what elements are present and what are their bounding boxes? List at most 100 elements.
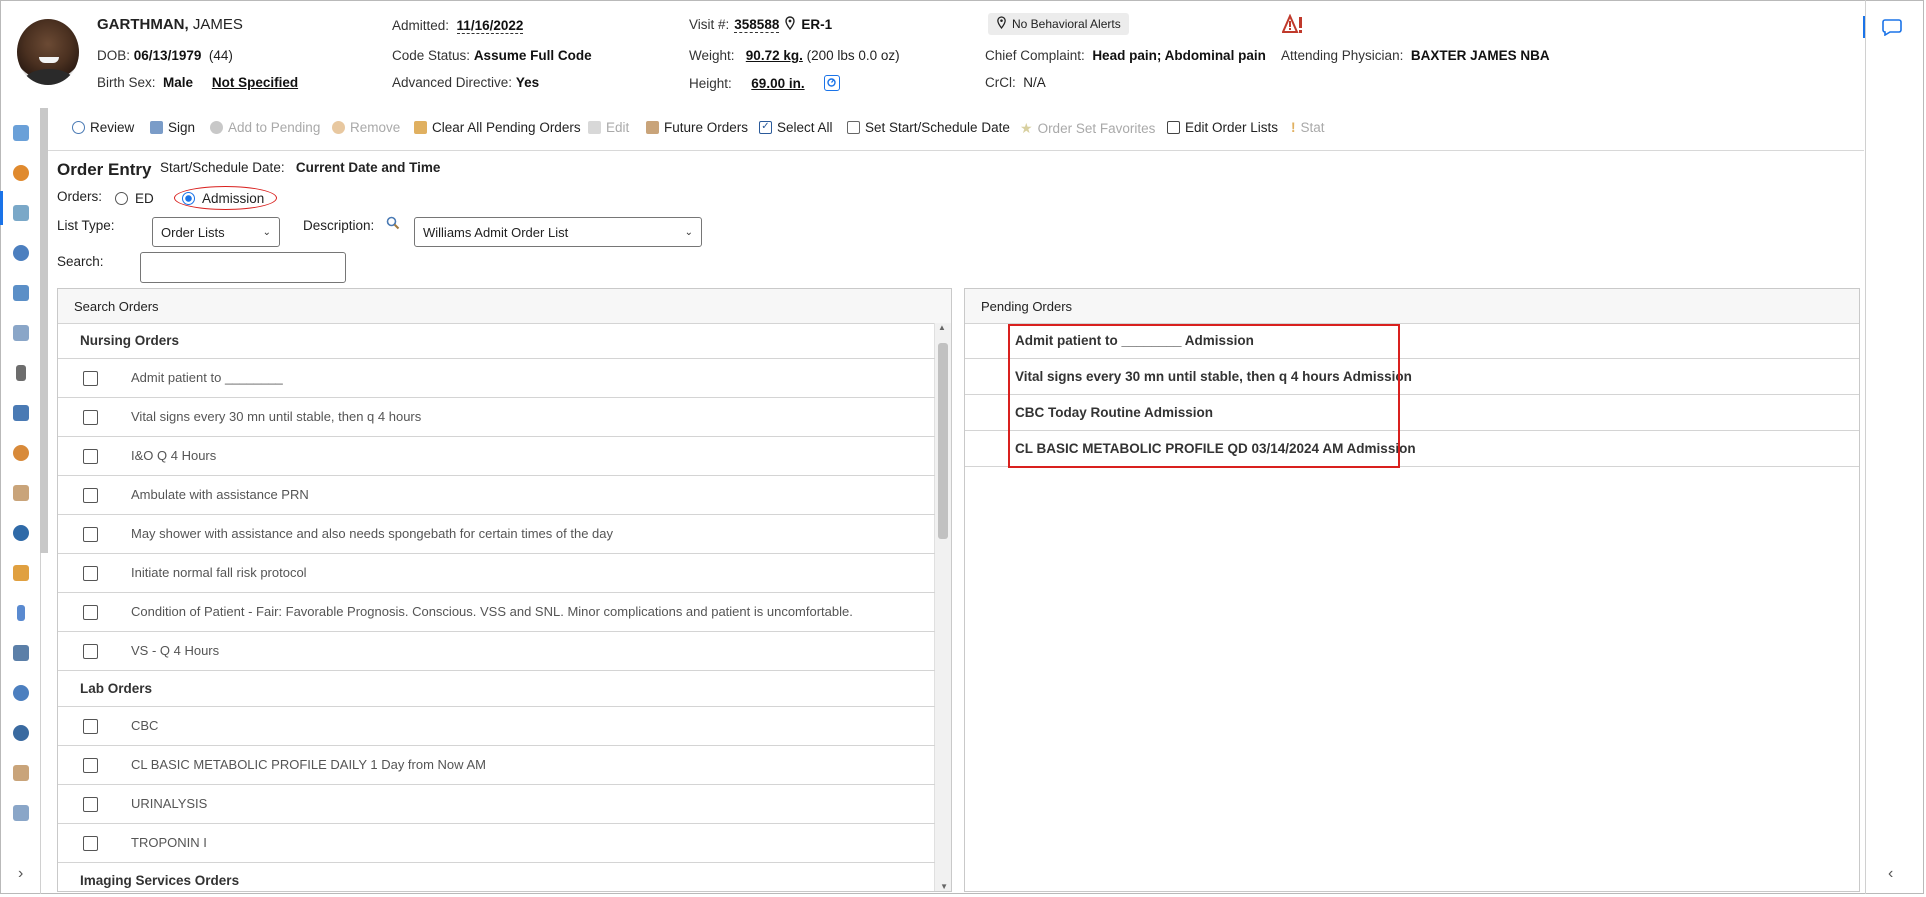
collapse-right-icon[interactable]: ‹ [1888, 865, 1893, 883]
staff-icon[interactable] [13, 765, 29, 781]
order-set-favorites-button[interactable]: ★ Order Set Favorites [1020, 120, 1155, 137]
gender-identity-link[interactable]: Not Specified [212, 75, 298, 90]
stat-label: Stat [1300, 120, 1325, 135]
edit-label: Edit [606, 120, 630, 135]
order-checkbox[interactable] [83, 719, 98, 734]
report-icon[interactable] [13, 805, 29, 821]
description-select[interactable]: Williams Admit Order List ⌄ [414, 217, 702, 247]
nurse-icon[interactable] [13, 485, 29, 501]
order-name: May shower with assistance and also need… [131, 526, 613, 541]
allergy-warning-icon[interactable] [1281, 13, 1306, 41]
weight-value[interactable]: 90.72 kg. [746, 48, 803, 63]
radio-ed[interactable]: ED [115, 191, 154, 206]
order-row[interactable]: TROPONIN I [58, 824, 935, 863]
pharmacy-icon[interactable] [13, 285, 29, 301]
birth-sex-value: Male [163, 75, 194, 90]
remove-button[interactable]: Remove [332, 120, 400, 135]
future-orders-button[interactable]: Future Orders [646, 120, 748, 135]
height-value[interactable]: 69.00 in. [751, 76, 804, 91]
attending-label: Attending Physician: [1281, 48, 1404, 63]
list-type-select[interactable]: Order Lists ⌄ [152, 217, 280, 247]
order-group-header: Imaging Services Orders [58, 863, 935, 891]
scroll-up-icon[interactable]: ▲ [938, 323, 946, 332]
select-all-button[interactable]: ✓ Select All [759, 120, 833, 135]
edit-button[interactable]: Edit [588, 120, 629, 135]
clear-all-pending-button[interactable]: Clear All Pending Orders [414, 120, 581, 135]
thermometer-icon[interactable] [17, 605, 25, 621]
order-checkbox[interactable] [83, 644, 98, 659]
order-checkbox[interactable] [83, 371, 98, 386]
order-row[interactable]: Vital signs every 30 mn until stable, th… [58, 398, 935, 437]
person-icon[interactable] [13, 445, 29, 461]
radio-ed-button[interactable] [115, 192, 128, 205]
order-row[interactable]: Admit patient to ________ [58, 359, 935, 398]
measure-icon[interactable] [824, 75, 841, 91]
magnifier-icon [72, 121, 85, 134]
order-row[interactable]: Initiate normal fall risk protocol [58, 554, 935, 593]
behavioral-alerts-badge[interactable]: No Behavioral Alerts [988, 13, 1129, 35]
order-group-title: Lab Orders [80, 681, 153, 696]
order-checkbox[interactable] [83, 758, 98, 773]
order-row[interactable]: Ambulate with assistance PRN [58, 476, 935, 515]
order-checkbox[interactable] [83, 488, 98, 503]
order-row[interactable]: I&O Q 4 Hours [58, 437, 935, 476]
visit-value[interactable]: 358588 [734, 17, 780, 33]
scrollbar-thumb[interactable] [938, 343, 948, 539]
order-row[interactable]: CBC [58, 707, 935, 746]
globe-icon[interactable] [13, 245, 29, 261]
sign-button[interactable]: Sign [150, 120, 195, 135]
radio-admission[interactable]: Admission [182, 191, 264, 206]
expand-nav-icon[interactable]: › [18, 865, 23, 883]
radio-admission-button[interactable] [182, 192, 195, 205]
description-search-icon[interactable] [386, 216, 400, 235]
orders-nav-icon[interactable] [13, 205, 29, 221]
order-checkbox[interactable] [83, 605, 98, 620]
birth-sex-field: Birth Sex: Male Not Specified [97, 75, 298, 90]
radio-ed-label: ED [135, 191, 154, 206]
start-date-label: Start/Schedule Date: [160, 160, 285, 175]
remove-label: Remove [350, 120, 401, 135]
tools-icon[interactable] [13, 645, 29, 661]
chief-complaint-field: Chief Complaint: Head pain; Abdominal pa… [985, 48, 1266, 63]
order-row[interactable]: May shower with assistance and also need… [58, 515, 935, 554]
world-icon[interactable] [13, 525, 29, 541]
right-rail-divider [1865, 0, 1866, 894]
order-checkbox[interactable] [83, 566, 98, 581]
add-to-pending-button[interactable]: Add to Pending [210, 120, 320, 135]
stat-button[interactable]: ! Stat [1291, 120, 1325, 135]
document-icon[interactable] [13, 325, 29, 341]
behavioral-alerts-text: No Behavioral Alerts [1012, 17, 1121, 31]
order-row[interactable]: VS - Q 4 Hours [58, 632, 935, 671]
device-icon[interactable] [16, 365, 26, 381]
review-button[interactable]: Review [72, 120, 134, 135]
advanced-directive-field: Advanced Directive: Yes [392, 75, 539, 90]
chat-icon[interactable] [1882, 18, 1902, 41]
nav-scrollbar[interactable] [40, 108, 48, 553]
alert-icon[interactable] [13, 165, 29, 181]
transfer-icon[interactable] [13, 685, 29, 701]
search-input[interactable] [140, 252, 346, 283]
order-checkbox[interactable] [83, 836, 98, 851]
description-label: Description: [303, 218, 375, 233]
attending-field: Attending Physician: BAXTER JAMES NBA [1281, 48, 1550, 63]
active-indicator [1863, 16, 1865, 38]
settings-icon[interactable] [13, 725, 29, 741]
description-value: Williams Admit Order List [423, 224, 569, 240]
admitted-value[interactable]: 11/16/2022 [456, 18, 524, 34]
crcl-field: CrCl: N/A [985, 75, 1046, 90]
chevron-down-icon: ⌄ [684, 226, 693, 238]
set-start-date-button[interactable]: Set Start/Schedule Date [847, 120, 1010, 135]
order-row[interactable]: URINALYSIS [58, 785, 935, 824]
calendar-icon[interactable] [13, 125, 29, 141]
edit-order-lists-button[interactable]: Edit Order Lists [1167, 120, 1278, 135]
order-checkbox[interactable] [83, 410, 98, 425]
plus-folder-icon[interactable] [13, 565, 29, 581]
order-checkbox[interactable] [83, 797, 98, 812]
order-checkbox[interactable] [83, 527, 98, 542]
scroll-down-icon[interactable]: ▼ [940, 882, 948, 891]
order-checkbox[interactable] [83, 449, 98, 464]
order-row[interactable]: Condition of Patient - Fair: Favorable P… [58, 593, 935, 632]
order-row[interactable]: CL BASIC METABOLIC PROFILE DAILY 1 Day f… [58, 746, 935, 785]
book-icon[interactable] [13, 405, 29, 421]
search-orders-scrollbar[interactable]: ▲ [934, 323, 951, 891]
